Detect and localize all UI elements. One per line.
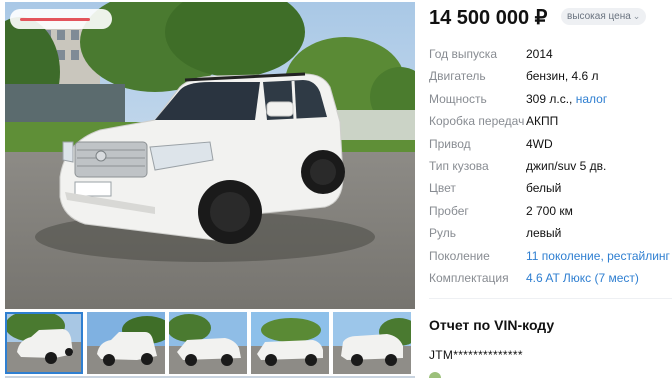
spec-value: 2014 (526, 47, 553, 61)
power-value: 309 л.с., (526, 91, 573, 106)
price: 14 500 000 ₽ (429, 7, 548, 29)
listing-title-pill (10, 9, 112, 29)
spec-label: Мощность (429, 91, 487, 106)
spec-label: Привод (429, 136, 471, 151)
thumbnail-3[interactable] (169, 312, 247, 374)
car-photo-image (5, 2, 415, 309)
trim-link[interactable]: 4.6 AT Люкс (7 мест) (526, 271, 639, 285)
spec-value: 11 поколение, рестайлинг (526, 246, 670, 266)
spec-value: левый (526, 226, 562, 241)
spec-value: 309 л.с., налог (526, 89, 607, 109)
spec-label: Поколение (429, 248, 490, 263)
spec-value: 2 700 км (526, 203, 573, 218)
section-divider (429, 298, 672, 299)
spec-row-trim: Комплектация 4.6 AT Люкс (7 мест) (429, 268, 672, 288)
vin-status-icon (429, 372, 441, 378)
redacted-title-mark (20, 18, 90, 21)
thumbnail-2[interactable] (87, 312, 165, 374)
spec-row-steering: Руль левый (429, 223, 672, 243)
main-photo[interactable] (5, 2, 415, 309)
spec-value: бензин, 4.6 л (526, 69, 599, 84)
spec-label: Двигатель (429, 69, 486, 84)
vin-report-title: Отчет по VIN-коду (429, 317, 555, 333)
spec-value: белый (526, 181, 562, 196)
spec-row-drive: Привод 4WD (429, 134, 672, 154)
thumbnail-4[interactable] (251, 312, 329, 374)
price-rating-label: высокая цена (567, 11, 631, 22)
thumbnail-1[interactable] (5, 312, 83, 374)
spec-label: Год выпуска (429, 47, 497, 61)
price-rating-badge[interactable]: высокая цена ⌄ (561, 8, 647, 25)
spec-row-engine: Двигатель бензин, 4.6 л (429, 66, 672, 86)
spec-row-power: Мощность 309 л.с., налог (429, 89, 672, 109)
thumbnail-5[interactable] (333, 312, 411, 374)
generation-link[interactable]: 11 поколение, рестайлинг (526, 249, 670, 263)
spec-label: Комплектация (429, 271, 509, 285)
spec-row-transmission: Коробка передач АКПП (429, 111, 672, 131)
spec-value: джип/suv 5 дв. (526, 159, 607, 173)
spec-row-mileage: Пробег 2 700 км (429, 201, 672, 221)
tax-link[interactable]: налог (576, 92, 608, 106)
spec-row-body-type: Тип кузова джип/suv 5 дв. (429, 156, 672, 176)
spec-row-year: Год выпуска 2014 (429, 44, 672, 64)
spec-value: 4.6 AT Люкс (7 мест) (526, 268, 639, 288)
spec-label: Цвет (429, 181, 456, 196)
spec-label: Руль (429, 226, 456, 241)
spec-value: 4WD (526, 136, 553, 151)
spec-label: Пробег (429, 203, 469, 218)
chevron-down-icon: ⌄ (632, 11, 641, 21)
vin-code: JTM************** (429, 348, 523, 362)
thumbnail-strip (5, 312, 415, 378)
spec-label: Коробка передач (429, 114, 525, 129)
spec-label: Тип кузова (429, 159, 489, 173)
spec-row-color: Цвет белый (429, 178, 672, 198)
spec-row-generation: Поколение 11 поколение, рестайлинг (429, 246, 672, 266)
spec-value: АКПП (526, 114, 559, 129)
